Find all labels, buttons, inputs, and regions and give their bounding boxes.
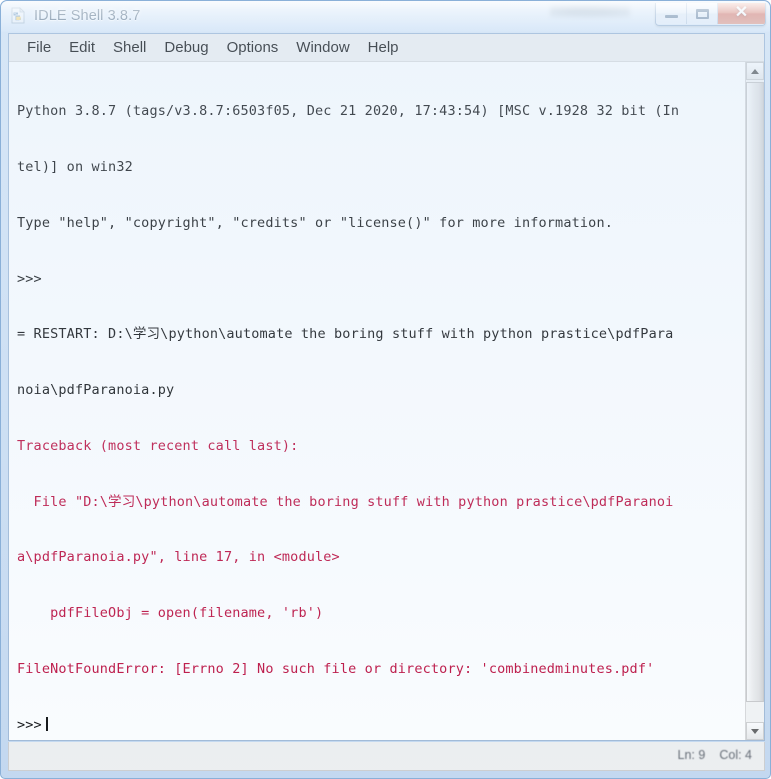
menu-item-debug[interactable]: Debug — [155, 37, 217, 59]
status-bar-position: Ln: 9 Col: 4 — [678, 748, 752, 762]
shell-line: Traceback (most recent call last): — [17, 437, 299, 454]
scrollbar-track[interactable] — [746, 80, 764, 722]
menu-item-shell[interactable]: Shell — [104, 37, 155, 59]
shell-line: tel)] on win32 — [17, 158, 133, 175]
title-bar[interactable]: IDLE Shell 3.8.7 ✕ — [2, 2, 771, 32]
shell-line: pdfFileObj = open(filename, 'rb') — [17, 605, 324, 622]
menu-item-options[interactable]: Options — [218, 37, 288, 59]
title-bar-left: IDLE Shell 3.8.7 — [10, 7, 140, 24]
maximize-button[interactable] — [687, 3, 718, 24]
close-icon: ✕ — [734, 4, 749, 21]
status-bar: Ln: 9 Col: 4 — [8, 742, 765, 771]
status-line-number: Ln: 9 — [677, 748, 706, 762]
shell-area: Python 3.8.7 (tags/v3.8.7:6503f05, Dec 2… — [9, 62, 764, 740]
chevron-up-icon — [751, 69, 759, 74]
chevron-down-icon — [751, 729, 759, 734]
menu-item-help[interactable]: Help — [359, 37, 408, 59]
python-file-icon — [10, 7, 27, 24]
minimize-icon — [665, 15, 678, 18]
shell-prompt-text: >>> — [17, 716, 42, 733]
window-title: IDLE Shell 3.8.7 — [34, 7, 141, 24]
scrollbar-thumb[interactable] — [746, 82, 764, 702]
scroll-down-arrow[interactable] — [746, 722, 764, 740]
status-column-number: Col: 4 — [719, 748, 752, 762]
menu-item-edit[interactable]: Edit — [60, 37, 104, 59]
scroll-up-arrow[interactable] — [746, 62, 764, 80]
shell-line: FileNotFoundError: [Errno 2] No such fil… — [17, 661, 655, 677]
client-area: File Edit Shell Debug Options Window Hel… — [8, 33, 765, 741]
window-controls: ✕ — [655, 3, 766, 26]
text-caret — [45, 716, 48, 731]
menu-item-window[interactable]: Window — [287, 37, 358, 59]
shell-output-text[interactable]: Python 3.8.7 (tags/v3.8.7:6503f05, Dec 2… — [9, 62, 745, 740]
shell-line: File "D:\学习\python\automate the boring s… — [17, 493, 674, 510]
shell-line: Python 3.8.7 (tags/v3.8.7:6503f05, Dec 2… — [17, 103, 680, 120]
maximize-icon — [696, 9, 709, 19]
idle-shell-window: IDLE Shell 3.8.7 ✕ File Edit Shell Debug… — [0, 0, 771, 779]
shell-line: a\pdfParanoia.py", line 17, in <module> — [17, 549, 340, 566]
shell-line: noia\pdfParanoia.py — [17, 382, 175, 399]
shell-prompt: >>> — [17, 270, 42, 287]
minimize-button[interactable] — [656, 3, 687, 24]
title-bar-blurred-artifact — [550, 4, 630, 18]
menu-item-file[interactable]: File — [18, 37, 60, 59]
shell-active-prompt: >>> — [17, 716, 745, 735]
shell-line: = RESTART: D:\学习\python\automate the bor… — [17, 326, 674, 343]
shell-line: Type "help", "copyright", "credits" or "… — [17, 214, 613, 231]
vertical-scrollbar[interactable] — [745, 62, 764, 740]
close-button[interactable]: ✕ — [718, 3, 765, 24]
menu-bar: File Edit Shell Debug Options Window Hel… — [9, 34, 764, 62]
